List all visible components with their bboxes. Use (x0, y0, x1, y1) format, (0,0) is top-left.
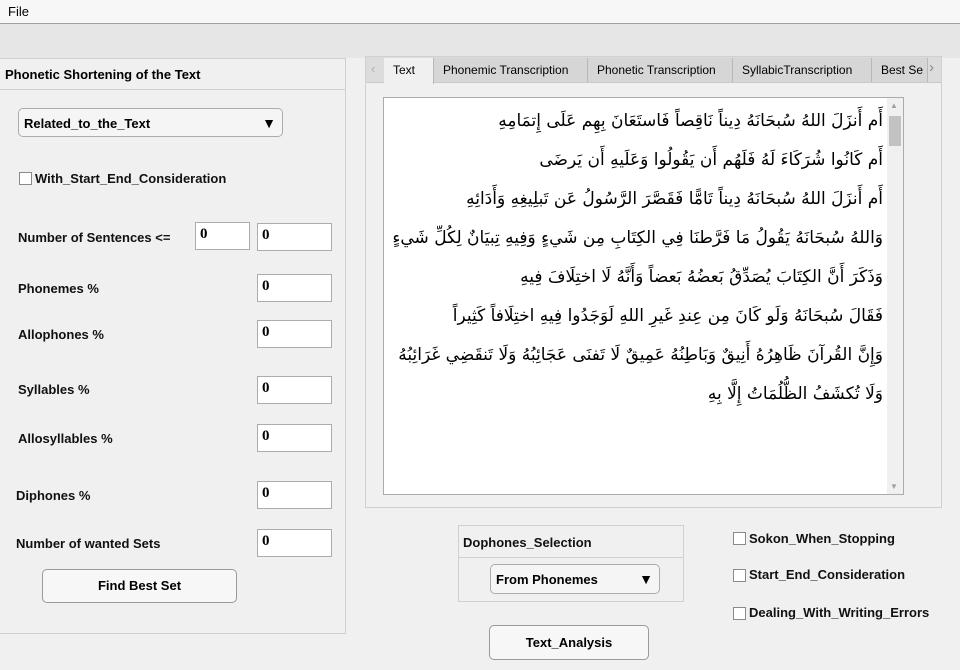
syllables-input[interactable]: 0 (257, 376, 332, 404)
sokon-when-stopping-checkbox[interactable] (733, 532, 746, 545)
text-line: أَم أَنزَلَ اللهُ سُبحَانَهُ دِيناً نَاق… (498, 111, 883, 131)
text-content: أَم أَنزَلَ اللهُ سُبحَانَهُ دِيناً نَاق… (388, 102, 883, 414)
phonemes-input[interactable]: 0 (257, 274, 332, 302)
diphones-panel-title: Dophones_Selection (463, 535, 592, 550)
with-start-end-label: With_Start_End_Consideration (35, 171, 227, 186)
dropdown-value: Related_to_the_Text (24, 116, 151, 131)
start-end-consideration-checkbox[interactable] (733, 569, 746, 582)
dealing-with-writing-errors-checkbox[interactable] (733, 607, 746, 620)
dropdown-value: From Phonemes (496, 572, 598, 587)
tab-phonemic-transcription[interactable]: Phonemic Transcription (434, 58, 588, 82)
menu-bar: File (0, 0, 960, 24)
find-best-set-button[interactable]: Find Best Set (42, 569, 237, 603)
allophones-label: Allophones % (18, 327, 104, 342)
menu-file[interactable]: File (8, 4, 29, 19)
scrollbar-thumb[interactable] (889, 116, 901, 146)
tab-scroll-left-icon[interactable]: ‹ (371, 61, 375, 76)
tab-text[interactable]: Text (384, 58, 434, 84)
diphones-dropdown[interactable]: From Phonemes ▼ (490, 564, 660, 594)
mode-dropdown[interactable]: Related_to_the_Text ▼ (18, 108, 283, 137)
tab-group: ‹ Text Phonemic Transcription Phonetic T… (365, 56, 942, 508)
wanted-sets-label: Number of wanted Sets (16, 536, 161, 551)
allophones-input[interactable]: 0 (257, 320, 332, 348)
tab-phonetic-transcription[interactable]: Phonetic Transcription (588, 58, 733, 82)
start-end-consideration-label: Start_End_Consideration (749, 567, 906, 582)
allosyllables-label: Allosyllables % (18, 431, 113, 446)
tab-best-set[interactable]: Best Se (872, 58, 928, 82)
text-area[interactable]: أَم أَنزَلَ اللهُ سُبحَانَهُ دِيناً نَاق… (383, 97, 904, 495)
tab-strip: ‹ Text Phonemic Transcription Phonetic T… (366, 57, 941, 84)
sentences-label: Number of Sentences <= (18, 230, 171, 245)
text-analysis-button[interactable]: Text_Analysis (489, 625, 649, 660)
diphones-label: Diphones % (16, 488, 91, 503)
tab-syllabic-transcription[interactable]: SyllabicTranscription (733, 58, 872, 82)
with-start-end-checkbox[interactable] (19, 172, 32, 185)
text-line: وَإِنَّ القُرآنَ ظَاهِرُهُ أَنِيقٌ وَبَا… (398, 345, 883, 365)
wanted-sets-input[interactable]: 0 (257, 529, 332, 557)
sokon-when-stopping-label: Sokon_When_Stopping (749, 531, 895, 546)
text-line: أَم أَنزَلَ اللهُ سُبحَانَهُ دِيناً تَام… (466, 189, 883, 209)
text-line: أَم كَانُوا شُرَكَاءَ لَهُ فَلَهُم أَن ي… (539, 150, 883, 170)
top-band (0, 24, 960, 58)
scroll-up-icon[interactable]: ▲ (890, 101, 898, 110)
panel-title: Phonetic Shortening of the Text (5, 67, 201, 82)
text-line: فَقَالَ سُبحَانَهُ وَلَو كَانَ مِن عِندِ… (452, 306, 883, 326)
panel-header: Phonetic Shortening of the Text (0, 59, 345, 90)
diphones-selection-panel: Dophones_Selection From Phonemes ▼ (458, 525, 684, 602)
text-line: وَذَكَرَ أَنَّ الكِتَابَ يُصَدِّقُ بَعضُ… (520, 267, 883, 287)
dealing-with-writing-errors-label: Dealing_With_Writing_Errors (749, 605, 930, 620)
phonemes-label: Phonemes % (18, 281, 99, 296)
diphones-panel-header: Dophones_Selection (459, 526, 683, 558)
tab-scroll-right-icon[interactable]: › (929, 59, 934, 76)
sentences-input-2[interactable]: 0 (257, 223, 332, 251)
text-line: وَلَا تُكشَفُ الظُّلُمَاتُ إِلَّا بِهِ (707, 384, 883, 404)
syllables-label: Syllables % (18, 382, 90, 397)
scroll-down-icon[interactable]: ▼ (890, 482, 898, 491)
dropdown-arrow-icon: ▼ (639, 571, 653, 587)
dropdown-arrow-icon: ▼ (262, 115, 276, 131)
sentences-input-1[interactable]: 0 (195, 222, 250, 250)
vertical-scrollbar[interactable]: ▲ ▼ (887, 98, 903, 494)
diphones-input[interactable]: 0 (257, 481, 332, 509)
allosyllables-input[interactable]: 0 (257, 424, 332, 452)
phonetic-shortening-panel: Phonetic Shortening of the Text Related_… (0, 58, 346, 634)
text-line: وَاللهُ سُبحَانَهُ يَقُولُ مَا فَرَّطنَا… (392, 228, 883, 248)
